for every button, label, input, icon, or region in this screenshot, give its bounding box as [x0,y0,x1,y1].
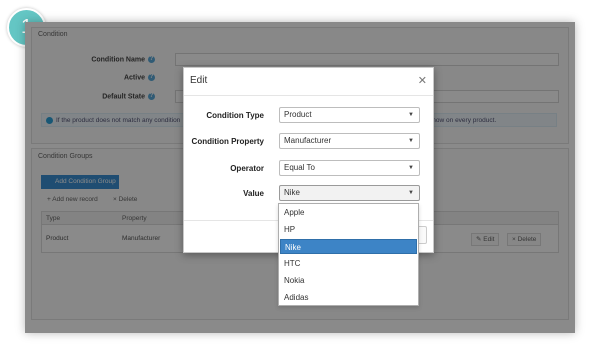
dialog-header: Edit ✕ [184,68,433,96]
dropdown-option-hp[interactable]: HP [280,222,417,237]
dropdown-option-nokia[interactable]: Nokia [280,273,417,288]
dropdown-option-apple[interactable]: Apple [280,205,417,220]
dropdown-arrow-icon: ▼ [408,165,414,171]
condition-type-label: Condition Type [206,111,264,120]
close-icon[interactable]: ✕ [418,74,427,87]
value-dropdown-list: Apple HP Nike HTC Nokia Adidas [278,203,419,306]
condition-property-label: Condition Property [191,137,264,146]
dropdown-arrow-icon: ▼ [408,190,414,196]
dropdown-arrow-icon: ▼ [408,138,414,144]
condition-property-select[interactable]: Manufacturer ▼ [279,133,420,149]
dropdown-option-htc[interactable]: HTC [280,256,417,271]
operator-select[interactable]: Equal To ▼ [279,160,420,176]
value-select[interactable]: Nike ▼ [279,185,420,201]
operator-label: Operator [230,164,264,173]
value-label: Value [243,189,264,198]
condition-type-select[interactable]: Product ▼ [279,107,420,123]
dropdown-arrow-icon: ▼ [408,112,414,118]
dialog-title: Edit [190,75,208,86]
dropdown-option-adidas[interactable]: Adidas [280,290,417,305]
dropdown-option-nike[interactable]: Nike [280,239,417,254]
